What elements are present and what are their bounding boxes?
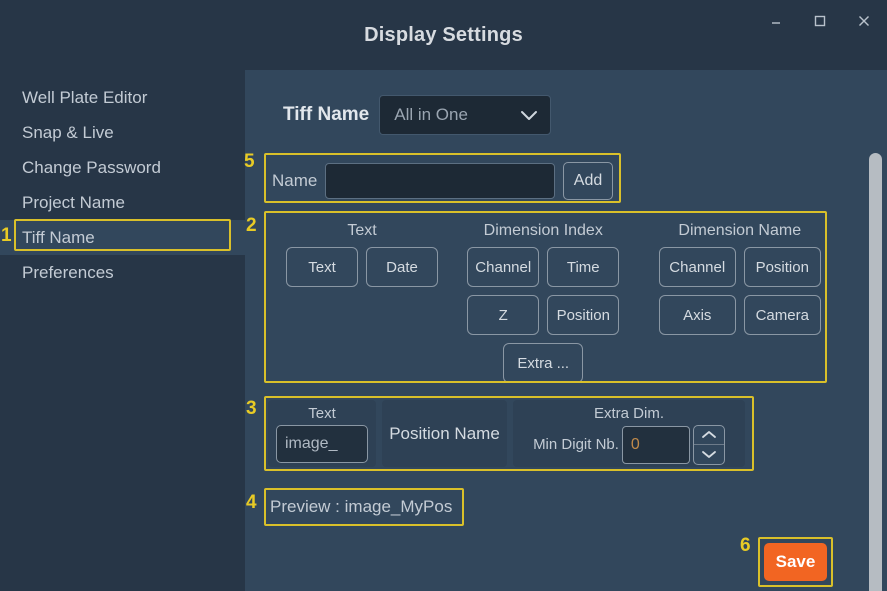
- display-settings-window: Display Settings Well Plate Editor Snap …: [0, 0, 887, 591]
- stepper-up-button[interactable]: [694, 426, 724, 445]
- token-column-dimension-name: Dimension Name Channel Position Axis Cam…: [653, 222, 828, 386]
- sidebar-item-label: Well Plate Editor: [22, 87, 148, 107]
- chevron-down-icon: [702, 450, 716, 458]
- annotation-number-4: 4: [246, 492, 257, 513]
- assembled-text-card: Text: [268, 400, 376, 467]
- tiff-name-dropdown[interactable]: All in One: [379, 95, 552, 135]
- maximize-button[interactable]: [807, 8, 833, 34]
- token-button-index-position[interactable]: Position: [547, 295, 620, 335]
- min-digit-label: Min Digit Nb.: [533, 436, 619, 453]
- token-button-index-time[interactable]: Time: [547, 247, 620, 287]
- assembled-name-panel: Text Position Name Extra Dim. Min Digit …: [264, 396, 754, 471]
- stepper-down-button[interactable]: [693, 444, 724, 464]
- chevron-down-icon: [521, 110, 538, 120]
- token-column-text: Text Text Date: [286, 222, 438, 386]
- sidebar-item-tiff-name[interactable]: Tiff Name: [0, 220, 245, 255]
- annotation-number-1: 1: [1, 225, 12, 246]
- token-grid-dimension-name: Channel Position Axis Camera: [658, 247, 821, 335]
- assembled-extra-dim-title: Extra Dim.: [593, 404, 664, 422]
- save-button[interactable]: Save: [764, 543, 827, 581]
- sidebar-item-label: Change Password: [22, 157, 161, 177]
- token-column-title: Text: [347, 222, 377, 239]
- tiff-name-row: Tiff Name All in One: [283, 95, 552, 135]
- annotation-number-2: 2: [246, 215, 257, 236]
- assembled-text-title: Text: [308, 404, 336, 422]
- content-panel: Tiff Name All in One Name Add Text Text …: [245, 70, 887, 591]
- sidebar-item-snap-and-live[interactable]: Snap & Live: [0, 115, 245, 150]
- sidebar-item-label: Project Name: [22, 192, 125, 212]
- sidebar-item-change-password[interactable]: Change Password: [0, 150, 245, 185]
- sidebar-item-label: Tiff Name: [22, 227, 95, 247]
- token-button-name-position[interactable]: Position: [743, 247, 821, 287]
- annotation-number-5: 5: [244, 151, 255, 172]
- tiff-name-label: Tiff Name: [283, 104, 370, 125]
- token-column-title: Dimension Index: [483, 222, 603, 239]
- sidebar-item-label: Preferences: [22, 262, 114, 282]
- name-label: Name: [272, 171, 318, 190]
- assembled-position-name-card[interactable]: Position Name: [382, 400, 507, 467]
- token-button-name-axis[interactable]: Axis: [658, 295, 736, 335]
- close-button[interactable]: [851, 8, 877, 34]
- window-controls: [763, 8, 877, 34]
- token-grid-text: Text Date: [286, 247, 438, 287]
- assembled-extra-dim-card: Extra Dim. Min Digit Nb.: [513, 400, 745, 467]
- add-button[interactable]: Add: [563, 162, 613, 200]
- annotation-number-6: 6: [740, 535, 751, 556]
- name-group: Name Add: [264, 156, 621, 206]
- minimize-button[interactable]: [763, 8, 789, 34]
- preview-text: Preview : image_MyPos: [270, 497, 453, 516]
- token-column-title: Dimension Name: [678, 222, 802, 239]
- token-button-text[interactable]: Text: [286, 247, 358, 287]
- token-button-name-camera[interactable]: Camera: [743, 295, 821, 335]
- min-digit-input[interactable]: [621, 425, 690, 464]
- sidebar-item-project-name[interactable]: Project Name: [0, 185, 245, 220]
- token-button-index-extra[interactable]: Extra ...: [503, 343, 584, 383]
- title-bar: Display Settings: [0, 0, 887, 70]
- token-panel: Text Text Date Dimension Index Channel T…: [264, 214, 827, 386]
- tiff-name-dropdown-value: All in One: [394, 105, 468, 124]
- sidebar-item-preferences[interactable]: Preferences: [0, 255, 245, 290]
- sidebar-item-well-plate-editor[interactable]: Well Plate Editor: [0, 80, 245, 115]
- assembled-position-name-label: Position Name: [389, 423, 500, 443]
- sidebar-item-label: Snap & Live: [22, 122, 114, 142]
- min-digit-row: Min Digit Nb.: [533, 424, 725, 465]
- name-input[interactable]: [325, 163, 555, 199]
- token-button-name-channel[interactable]: Channel: [658, 247, 736, 287]
- token-button-index-channel[interactable]: Channel: [467, 247, 540, 287]
- assembled-text-input[interactable]: [276, 424, 368, 463]
- chevron-up-icon: [702, 431, 716, 439]
- token-button-index-z[interactable]: Z: [467, 295, 540, 335]
- vertical-scrollbar-track[interactable]: [869, 148, 882, 591]
- token-grid-dimension-index: Channel Time Z Position Extra ...: [467, 247, 620, 383]
- token-button-date[interactable]: Date: [366, 247, 438, 287]
- min-digit-stepper: [692, 424, 725, 465]
- annotation-number-3: 3: [246, 398, 257, 419]
- token-column-dimension-index: Dimension Index Channel Time Z Position …: [456, 222, 631, 386]
- vertical-scrollbar-thumb[interactable]: [869, 153, 882, 591]
- preview-box: Preview : image_MyPos: [264, 488, 464, 526]
- window-title: Display Settings: [364, 24, 523, 46]
- save-button-wrapper: Save: [758, 537, 833, 587]
- sidebar: Well Plate Editor Snap & Live Change Pas…: [0, 70, 245, 591]
